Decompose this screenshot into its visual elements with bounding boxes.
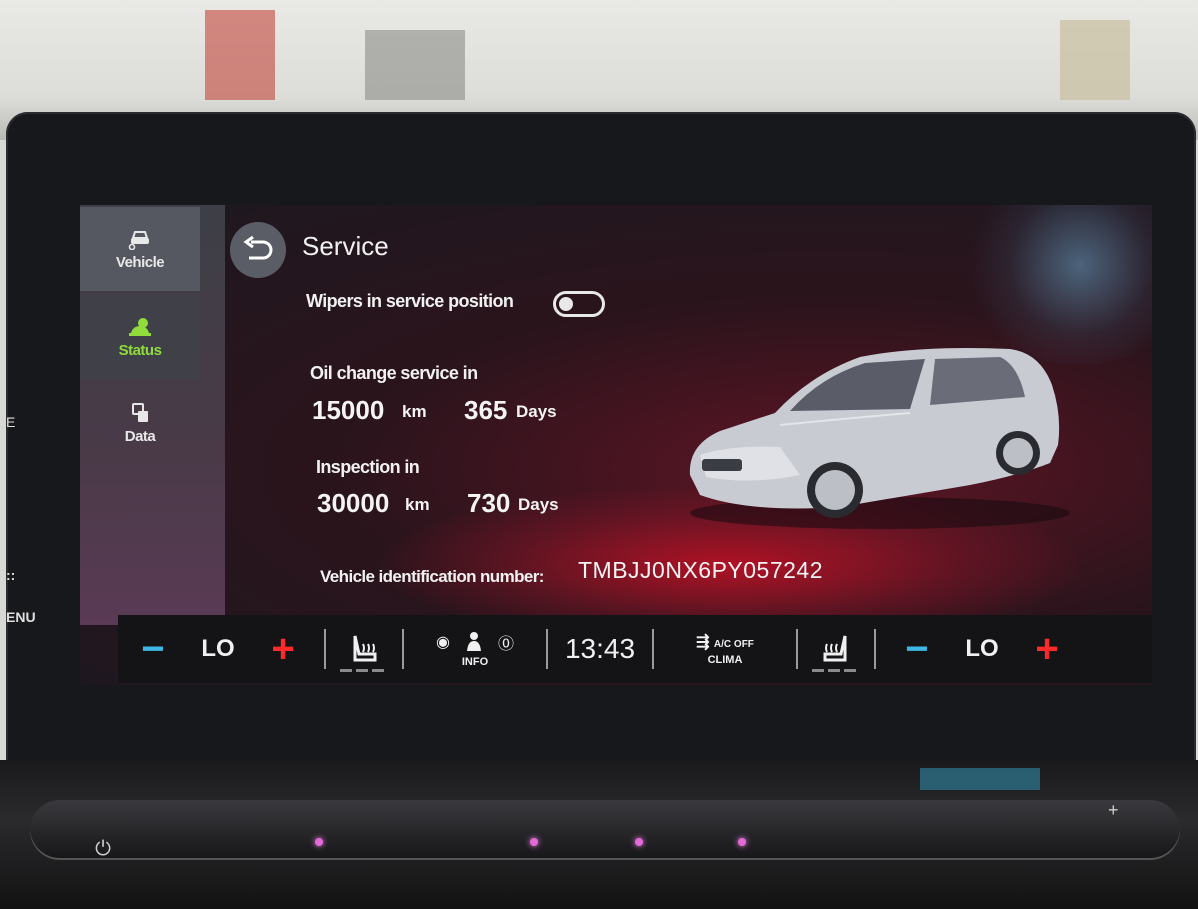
right-seat-heating-button[interactable] [804, 624, 868, 674]
infotainment-screen: Vehicle Status Data Service Wipers in se… [80, 205, 1152, 685]
oil-change-days: 365 [464, 395, 508, 425]
divider [652, 629, 654, 669]
sidebar-item-label: Vehicle [115, 253, 165, 271]
page-title: Service [302, 231, 389, 261]
inspection-days-unit: Days [518, 495, 559, 514]
touch-indicator-dot [315, 838, 323, 846]
climate-bar: − LO + ◉ ⓪ INFO 13:43 ⇶ A/C OFF CLIMA − … [118, 615, 1152, 683]
steering-icon: ◉ [436, 634, 450, 651]
divider [796, 629, 798, 669]
edge-text-menu: ENU [6, 609, 36, 625]
vehicle-icon [128, 230, 149, 250]
clima-button[interactable]: ⇶ A/C OFF CLIMA [660, 621, 790, 677]
status-icon [129, 317, 151, 336]
touch-slider-bar[interactable] [30, 800, 1180, 860]
touch-indicator-dot [635, 838, 643, 846]
vin-label: Vehicle identification number: [320, 567, 544, 586]
seat-heating-icon [823, 635, 847, 662]
background-object [205, 10, 275, 100]
clock: 13:43 [564, 633, 636, 664]
left-temp-decrease-button[interactable]: − [118, 629, 188, 669]
inspection-distance: 30000 [317, 488, 390, 518]
background-object [365, 30, 465, 100]
seat-heating-icon [353, 635, 377, 662]
sidebar-item-label: Status [118, 341, 162, 359]
divider [874, 629, 876, 669]
left-seat-heating-button[interactable] [332, 624, 396, 674]
background-object [1060, 20, 1130, 100]
vehicle-illustration [689, 348, 1070, 529]
edge-text: E [6, 414, 16, 430]
left-temp-increase-button[interactable]: + [248, 629, 318, 669]
divider [402, 629, 404, 669]
data-icon [132, 402, 148, 422]
inspection-days: 730 [467, 488, 511, 518]
toggle-knob [559, 297, 573, 311]
inspection-distance-unit: km [405, 495, 430, 514]
wipers-service-label: Wipers in service position [306, 291, 514, 311]
heating-level-bars [340, 669, 388, 672]
edge-text: :: [6, 567, 16, 583]
info-label: INFO [461, 656, 489, 668]
oil-change-distance-unit: km [402, 402, 427, 421]
power-icon[interactable]: ⏻ [92, 838, 114, 860]
sidebar: Vehicle Status Data [80, 205, 225, 625]
back-arrow-icon [243, 236, 273, 260]
dashboard-reflection [920, 768, 1040, 790]
ac-off-label: A/C OFF [713, 639, 754, 650]
divider [546, 629, 548, 669]
sidebar-item-status[interactable]: Status [80, 295, 200, 379]
heating-level-bars [812, 669, 860, 672]
sidebar-item-data[interactable]: Data [80, 381, 200, 465]
right-temp-display: LO [965, 635, 999, 662]
sidebar-item-vehicle[interactable]: Vehicle [80, 207, 200, 291]
vin-value: TMBJJ0NX6PY057242 [578, 557, 824, 583]
left-temp-display: LO [201, 635, 235, 662]
info-button[interactable]: ◉ ⓪ INFO [410, 621, 540, 677]
right-temp-increase-button[interactable]: + [1012, 629, 1082, 669]
inspection-label: Inspection in [316, 457, 420, 477]
driver-info-icon [466, 632, 481, 651]
back-button[interactable] [230, 222, 286, 278]
right-temp-decrease-button[interactable]: − [882, 629, 952, 669]
oil-change-distance: 15000 [312, 395, 385, 425]
power-info-icon: ⓪ [497, 636, 514, 653]
volume-plus-icon[interactable]: + [1108, 800, 1119, 821]
divider [324, 629, 326, 669]
oil-change-label: Oil change service in [310, 363, 478, 383]
sidebar-item-label: Data [124, 427, 156, 445]
wipers-service-toggle[interactable] [553, 291, 605, 317]
touch-indicator-dot [530, 838, 538, 846]
touch-indicator-dot [738, 838, 746, 846]
clima-label: CLIMA [707, 654, 743, 666]
airflow-icon: ⇶ [696, 634, 710, 651]
oil-change-days-unit: Days [516, 402, 557, 421]
